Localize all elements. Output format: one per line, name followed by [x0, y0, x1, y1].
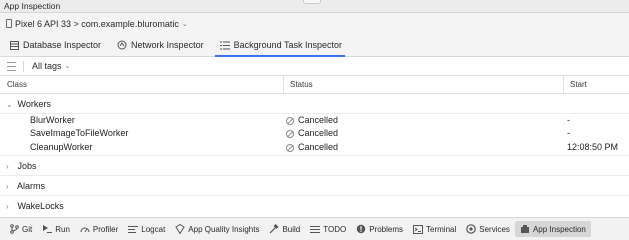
cancelled-icon [286, 143, 294, 152]
group-row-alarms[interactable]: › Alarms [0, 176, 629, 196]
tool-build[interactable]: Build [264, 221, 305, 237]
device-process-bar: Pixel 6 API 33 > com.example.bluromatic … [0, 13, 629, 34]
tool-label: TODO [323, 224, 347, 234]
todo-list-icon [310, 224, 321, 234]
cancelled-icon [286, 129, 294, 138]
table-row[interactable]: BlurWorker Cancelled - [0, 115, 629, 126]
column-divider[interactable] [563, 76, 564, 94]
column-divider[interactable] [283, 76, 284, 94]
tab-label: Background Task Inspector [233, 40, 342, 50]
column-header-status[interactable]: Status [290, 76, 313, 94]
worker-status: Cancelled [286, 115, 338, 126]
tool-todo[interactable]: TODO [305, 221, 351, 237]
tool-terminal[interactable]: Terminal [408, 221, 461, 237]
tool-label: Profiler [92, 224, 119, 234]
problems-icon [356, 224, 366, 234]
tool-label: App Quality Insights [188, 224, 260, 234]
filter-toolbar: All tags ⌄ [0, 57, 629, 76]
chevron-right-icon: › [6, 202, 9, 211]
tool-window-bar: Git Run Profiler Logcat App Quality Insi… [0, 217, 629, 240]
group-row-wakelocks[interactable]: › WakeLocks [0, 196, 629, 216]
worker-class: CleanupWorker [30, 142, 93, 152]
table-icon [9, 40, 19, 50]
group-label: Jobs [17, 161, 37, 171]
worker-status: Cancelled [286, 128, 338, 139]
window-title-bar: App Inspection [0, 0, 629, 13]
worker-class: BlurWorker [30, 115, 75, 125]
git-branch-icon [9, 224, 19, 234]
inspector-tabs: Database Inspector Network Inspector Bac… [0, 34, 629, 57]
chevron-down-icon: ⌄ [64, 63, 71, 70]
status-text: Cancelled [298, 128, 339, 138]
tab-label: Database Inspector [23, 40, 102, 50]
drag-handle[interactable] [303, 0, 321, 4]
tool-logcat[interactable]: Logcat [123, 221, 170, 237]
tool-problems[interactable]: Problems [351, 221, 408, 237]
worker-class: SaveImageToFileWorker [30, 128, 129, 138]
tool-label: Git [22, 224, 33, 234]
chevron-down-icon: ⌄ [6, 100, 13, 109]
column-header-start[interactable]: Start [570, 76, 587, 94]
tool-profiler[interactable]: Profiler [75, 221, 123, 237]
window-title: App Inspection [4, 1, 61, 11]
worker-start: - [567, 128, 570, 138]
app-inspection-icon [520, 224, 530, 234]
network-icon [117, 40, 127, 50]
terminal-icon [413, 224, 424, 234]
group-row-jobs[interactable]: › Jobs [0, 156, 629, 176]
filter-list-icon[interactable] [7, 61, 16, 71]
tool-label: Problems [369, 224, 404, 234]
table-row[interactable]: CleanupWorker Cancelled 12:08:50 PM [0, 142, 629, 153]
group-label: WakeLocks [17, 201, 64, 211]
cancelled-icon [286, 116, 294, 125]
column-header-class[interactable]: Class [7, 76, 27, 94]
tab-background-task-inspector[interactable]: Background Task Inspector [211, 34, 349, 57]
run-icon [42, 224, 53, 234]
phone-icon [6, 19, 12, 28]
tab-network-inspector[interactable]: Network Inspector [108, 34, 211, 56]
chevron-right-icon: › [6, 182, 9, 191]
status-text: Cancelled [298, 142, 339, 152]
table-row[interactable]: SaveImageToFileWorker Cancelled - [0, 128, 629, 139]
tool-services[interactable]: Services [461, 221, 515, 237]
tab-label: Network Inspector [131, 40, 204, 50]
group-label: Workers [17, 99, 51, 109]
table-header: Class Status Start [0, 76, 629, 94]
tags-dropdown-label: All tags [32, 61, 62, 71]
tool-label: Services [479, 224, 510, 234]
worker-status: Cancelled [286, 142, 338, 153]
workers-list: BlurWorker Cancelled - SaveImageToFileWo… [0, 114, 629, 156]
tool-app-quality-insights[interactable]: App Quality Insights [170, 221, 264, 237]
hammer-icon [269, 224, 279, 234]
tool-app-inspection[interactable]: App Inspection [514, 221, 591, 237]
services-icon [466, 224, 477, 234]
worker-start: 12:08:50 PM [567, 142, 619, 152]
logcat-icon [128, 224, 139, 234]
tab-database-inspector[interactable]: Database Inspector [0, 34, 108, 56]
tool-label: Logcat [141, 224, 166, 234]
tool-git[interactable]: Git [4, 221, 37, 237]
toolbar-divider [23, 60, 24, 72]
status-text: Cancelled [298, 115, 339, 125]
tool-label: App Inspection [532, 224, 586, 234]
list-icon [219, 40, 230, 50]
group-label: Alarms [17, 181, 46, 191]
chevron-right-icon: › [6, 162, 9, 171]
device-selector-label: Pixel 6 API 33 > com.example.bluromatic [15, 18, 179, 29]
worker-start: - [567, 115, 570, 125]
group-row-workers[interactable]: ⌄ Workers [0, 94, 629, 114]
chevron-down-icon: ⌄ [181, 20, 188, 28]
tags-dropdown[interactable]: All tags ⌄ [32, 61, 70, 71]
tool-run[interactable]: Run [37, 221, 75, 237]
tool-label: Run [55, 224, 70, 234]
tool-label: Build [282, 224, 301, 234]
app-quality-icon [175, 224, 185, 234]
profiler-gauge-icon [80, 224, 90, 234]
device-selector[interactable]: Pixel 6 API 33 > com.example.bluromatic … [6, 19, 188, 29]
tool-label: Terminal [426, 224, 457, 234]
